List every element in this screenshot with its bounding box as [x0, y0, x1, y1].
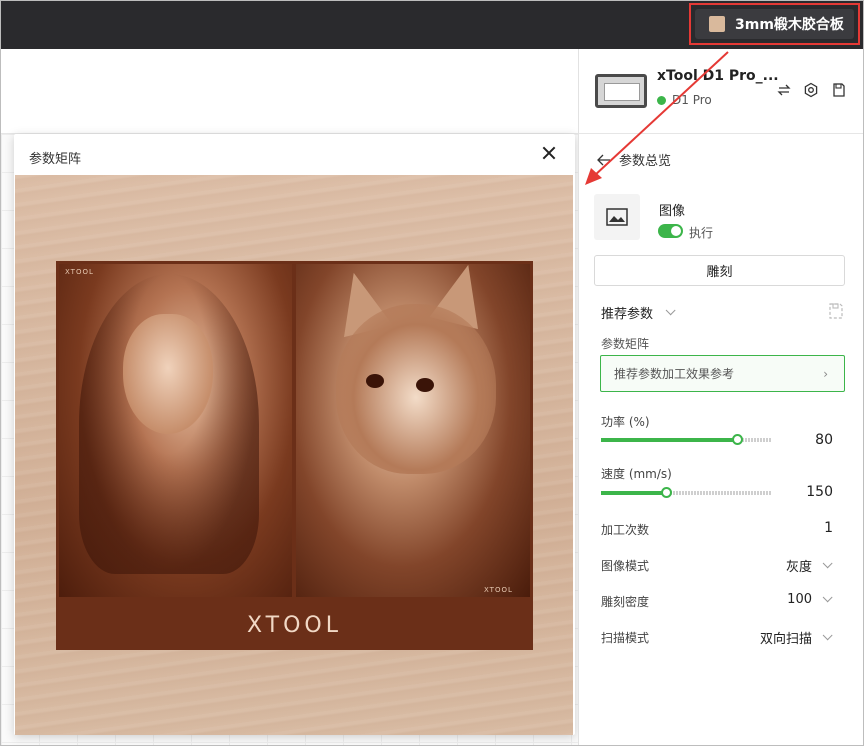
close-icon[interactable]	[540, 144, 558, 162]
engraved-brand-text: XTOOL	[246, 612, 342, 638]
recommended-params-dropdown[interactable]: 推荐参数	[601, 303, 676, 322]
speed-slider-fill	[601, 491, 666, 495]
density-value: 100	[787, 592, 812, 607]
engrave-mode-button[interactable]: 雕刻	[594, 255, 845, 286]
image-mode-label: 图像模式	[601, 559, 650, 573]
passes-label: 加工次数	[601, 523, 650, 537]
matrix-reference-button[interactable]: 推荐参数加工效果参考 ›	[600, 355, 845, 392]
matrix-button-label: 推荐参数加工效果参考	[614, 367, 735, 381]
scan-mode-label: 扫描模式	[601, 631, 650, 645]
device-name: xTool D1 Pro_...	[657, 68, 779, 84]
engraving-sample-image: XTOOL XTOOL XTOOL	[15, 175, 573, 735]
density-label: 雕刻密度	[601, 595, 650, 609]
cat-eye-right	[416, 378, 434, 392]
laser-device-image	[595, 74, 647, 108]
material-swatch-icon	[709, 16, 725, 32]
execute-toggle[interactable]	[658, 224, 683, 238]
back-to-overview[interactable]: 参数总览	[597, 150, 671, 169]
back-label: 参数总览	[619, 154, 672, 169]
chevron-down-icon	[822, 558, 833, 569]
layer-thumbnail	[594, 194, 640, 240]
save-icon[interactable]	[831, 82, 847, 98]
device-status: D1 Pro	[657, 93, 712, 107]
power-label: 功率 (%)	[601, 415, 650, 429]
corner-label-right: XTOOL	[484, 586, 513, 594]
material-highlight-box: 3mm椴木胶合板	[689, 3, 860, 45]
swap-icon[interactable]	[776, 82, 792, 98]
power-slider-knob[interactable]	[732, 434, 743, 445]
scan-mode-value: 双向扫描	[759, 632, 812, 647]
image-mode-dropdown[interactable]: 灰度	[785, 556, 833, 575]
parameter-matrix-modal: 参数矩阵 XTOOL XTOOL XTOOL	[14, 134, 575, 735]
cat-eye-left	[366, 374, 384, 388]
modal-title: 参数矩阵	[29, 152, 82, 167]
material-selector-button[interactable]: 3mm椴木胶合板	[695, 9, 854, 39]
engraved-panel: XTOOL XTOOL XTOOL	[56, 258, 533, 650]
chevron-down-icon	[822, 592, 833, 603]
power-value[interactable]: 80	[815, 432, 833, 448]
speed-slider-knob[interactable]	[660, 487, 672, 498]
speed-slider[interactable]	[601, 487, 771, 498]
recommended-label: 推荐参数	[601, 307, 654, 322]
layer-name: 图像	[659, 204, 686, 219]
save-preset-icon[interactable]	[827, 302, 845, 320]
canvas-toolbar-area	[1, 49, 579, 134]
top-bar: 3mm椴木胶合板	[0, 0, 864, 49]
image-icon	[606, 208, 628, 226]
face-shape	[123, 314, 213, 434]
device-header: xTool D1 Pro_... D1 Pro	[579, 49, 864, 134]
speed-label: 速度 (mm/s)	[601, 467, 672, 481]
matrix-label: 参数矩阵	[601, 337, 650, 351]
device-status-text: D1 Pro	[672, 93, 712, 107]
image-mode-value: 灰度	[785, 560, 812, 575]
speed-value[interactable]: 150	[806, 484, 833, 500]
settings-icon[interactable]	[803, 82, 819, 98]
cat-head	[336, 304, 496, 474]
corner-label-left: XTOOL	[65, 268, 94, 276]
cat-engraving: XTOOL	[296, 258, 530, 597]
arrow-left-icon	[597, 154, 610, 165]
material-label: 3mm椴木胶合板	[735, 17, 844, 33]
power-slider-fill	[601, 438, 737, 442]
passes-value[interactable]: 1	[824, 520, 833, 536]
portrait-engraving: XTOOL	[59, 264, 292, 597]
chevron-down-icon	[665, 305, 676, 316]
execute-label: 执行	[689, 226, 714, 240]
density-dropdown[interactable]: 100	[787, 592, 833, 607]
power-slider[interactable]	[601, 434, 771, 445]
scan-mode-dropdown[interactable]: 双向扫描	[759, 628, 833, 647]
chevron-right-icon: ›	[823, 367, 828, 381]
status-dot	[657, 95, 666, 105]
right-panel: xTool D1 Pro_... D1 Pro 参数总览 图像 执行 雕刻 推荐…	[578, 49, 864, 746]
chevron-down-icon	[822, 630, 833, 641]
